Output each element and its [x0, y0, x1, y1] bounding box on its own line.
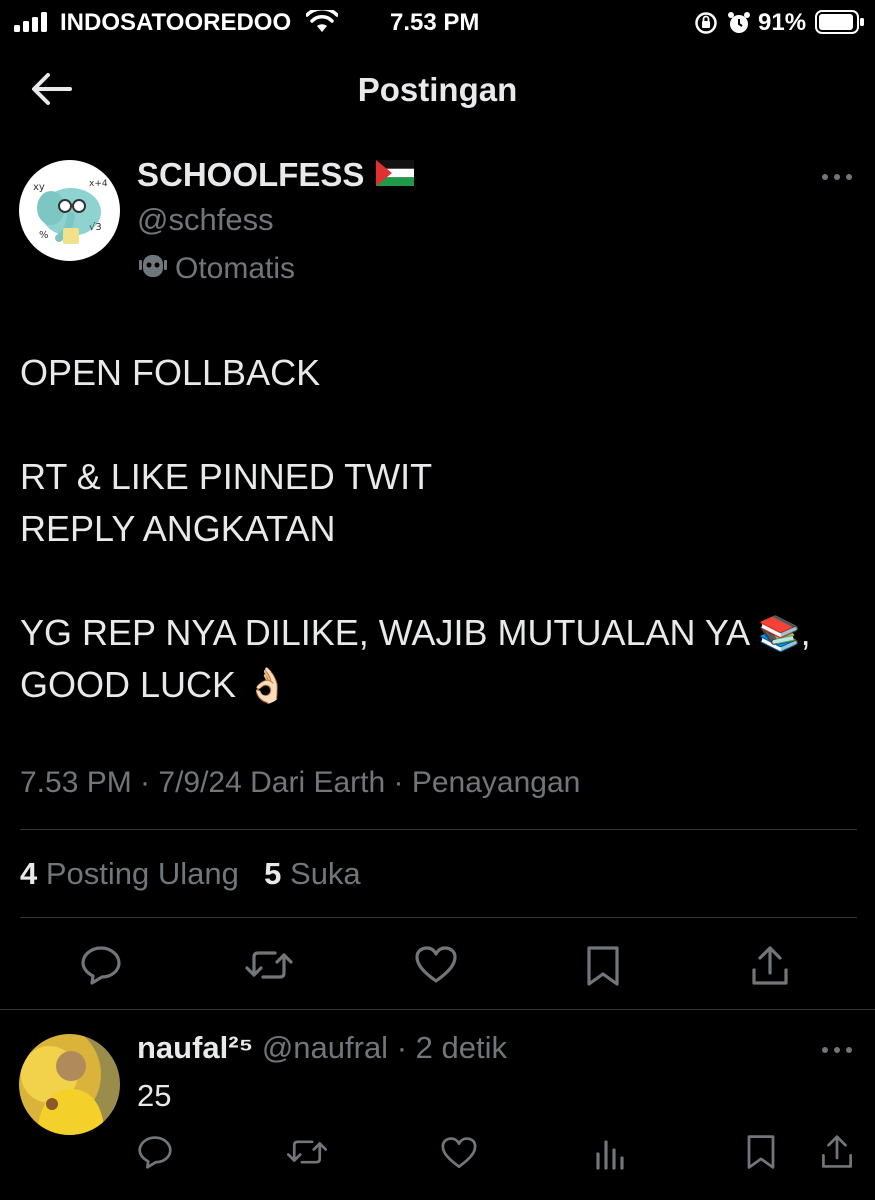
- reply-author-handle[interactable]: @naufral: [262, 1030, 388, 1065]
- like-label[interactable]: Suka: [290, 856, 361, 891]
- more-options-icon[interactable]: [820, 172, 854, 182]
- post-line-2: RT & LIKE PINNED TWIT: [20, 456, 433, 497]
- svg-text:xy: xy: [33, 182, 45, 193]
- bookmark-button[interactable]: [585, 945, 621, 987]
- reply-author-name[interactable]: naufal²⁵: [137, 1030, 253, 1065]
- post-line-4: YG REP NYA DILIKE, WAJIB MUTUALAN YA 📚,: [20, 606, 811, 661]
- status-bar: INDOSATOOREDOO 7.53 PM 91%: [0, 0, 875, 44]
- post-line-3: REPLY ANGKATAN: [20, 508, 336, 549]
- bot-icon: [137, 250, 169, 287]
- repost-count[interactable]: 4: [20, 856, 37, 891]
- divider: [20, 917, 857, 918]
- reply-header: naufal²⁵ @naufral · 2 detik: [137, 1030, 507, 1066]
- post-line-4-text: YG REP NYA DILIKE, WAJIB MUTUALAN YA: [20, 612, 749, 653]
- views-chart-icon: [596, 1140, 624, 1170]
- repost-icon: [286, 1140, 328, 1164]
- divider: [20, 829, 857, 830]
- reply-avatar[interactable]: [19, 1034, 120, 1135]
- like-count[interactable]: 5: [264, 856, 281, 891]
- repost-label[interactable]: Posting Ulang: [46, 856, 239, 891]
- palestine-flag-icon: [376, 159, 415, 191]
- reply-text: 25: [137, 1078, 172, 1113]
- books-emoji: 📚: [758, 615, 801, 653]
- reply-time[interactable]: · 2 detik: [397, 1030, 507, 1065]
- svg-text:%: %: [39, 230, 49, 241]
- signal-icon: [14, 12, 50, 32]
- reply-repost-button[interactable]: [286, 1135, 328, 1169]
- author-handle[interactable]: @schfess: [137, 202, 274, 238]
- reply-like-button[interactable]: [440, 1136, 478, 1170]
- divider: [0, 1009, 875, 1010]
- battery-icon: [815, 10, 865, 34]
- repost-button[interactable]: [245, 945, 293, 985]
- svg-text:√3: √3: [89, 222, 102, 233]
- like-button[interactable]: [414, 945, 458, 985]
- automated-label: Otomatis: [137, 250, 295, 287]
- reply-share-button[interactable]: [820, 1134, 854, 1170]
- share-icon: [752, 946, 788, 985]
- reply-button[interactable]: [80, 945, 122, 985]
- heart-icon: [415, 946, 457, 983]
- wifi-icon: [306, 10, 338, 34]
- share-icon: [822, 1135, 852, 1168]
- page-title: Postingan: [357, 71, 518, 108]
- reply-bookmark-button[interactable]: [745, 1134, 777, 1170]
- repost-icon: [245, 951, 293, 979]
- reply-icon: [138, 1136, 172, 1169]
- automated-text: Otomatis: [175, 251, 296, 285]
- battery-percent: 91%: [758, 9, 807, 36]
- engagement-stats: 4 Posting Ulang 5 Suka: [20, 856, 361, 892]
- orientation-lock-icon: [694, 11, 718, 35]
- reply-reply-button[interactable]: [137, 1135, 173, 1169]
- post-meta[interactable]: 7.53 PM · 7/9/24 Dari Earth · Penayangan: [20, 766, 580, 800]
- post-line-5-text: GOOD LUCK: [20, 664, 237, 705]
- author-name-row[interactable]: SCHOOLFESS: [137, 156, 415, 194]
- post-line-1: OPEN FOLLBACK: [20, 352, 321, 393]
- person-avatar-icon: [37, 1051, 105, 1135]
- ok-hand-emoji: 👌🏻: [246, 667, 289, 705]
- reply-views-button[interactable]: [594, 1136, 626, 1170]
- alarm-icon: [726, 10, 752, 36]
- bookmark-icon: [747, 1135, 775, 1169]
- svg-text:x+4: x+4: [89, 179, 108, 189]
- reply-more-options-icon[interactable]: [820, 1045, 854, 1055]
- elephant-avatar-icon: xy x+4 % √3: [33, 179, 108, 244]
- reply-icon: [81, 946, 121, 985]
- carrier-label: INDOSATOOREDOO: [60, 9, 292, 36]
- share-button[interactable]: [750, 945, 790, 987]
- bookmark-icon: [587, 946, 619, 986]
- avatar[interactable]: xy x+4 % √3: [19, 160, 120, 261]
- status-time: 7.53 PM: [390, 9, 480, 36]
- heart-icon: [441, 1137, 477, 1168]
- post-line-5: GOOD LUCK 👌🏻: [20, 658, 288, 713]
- comma-text: ,: [800, 612, 811, 653]
- author-name[interactable]: SCHOOLFESS: [137, 156, 364, 194]
